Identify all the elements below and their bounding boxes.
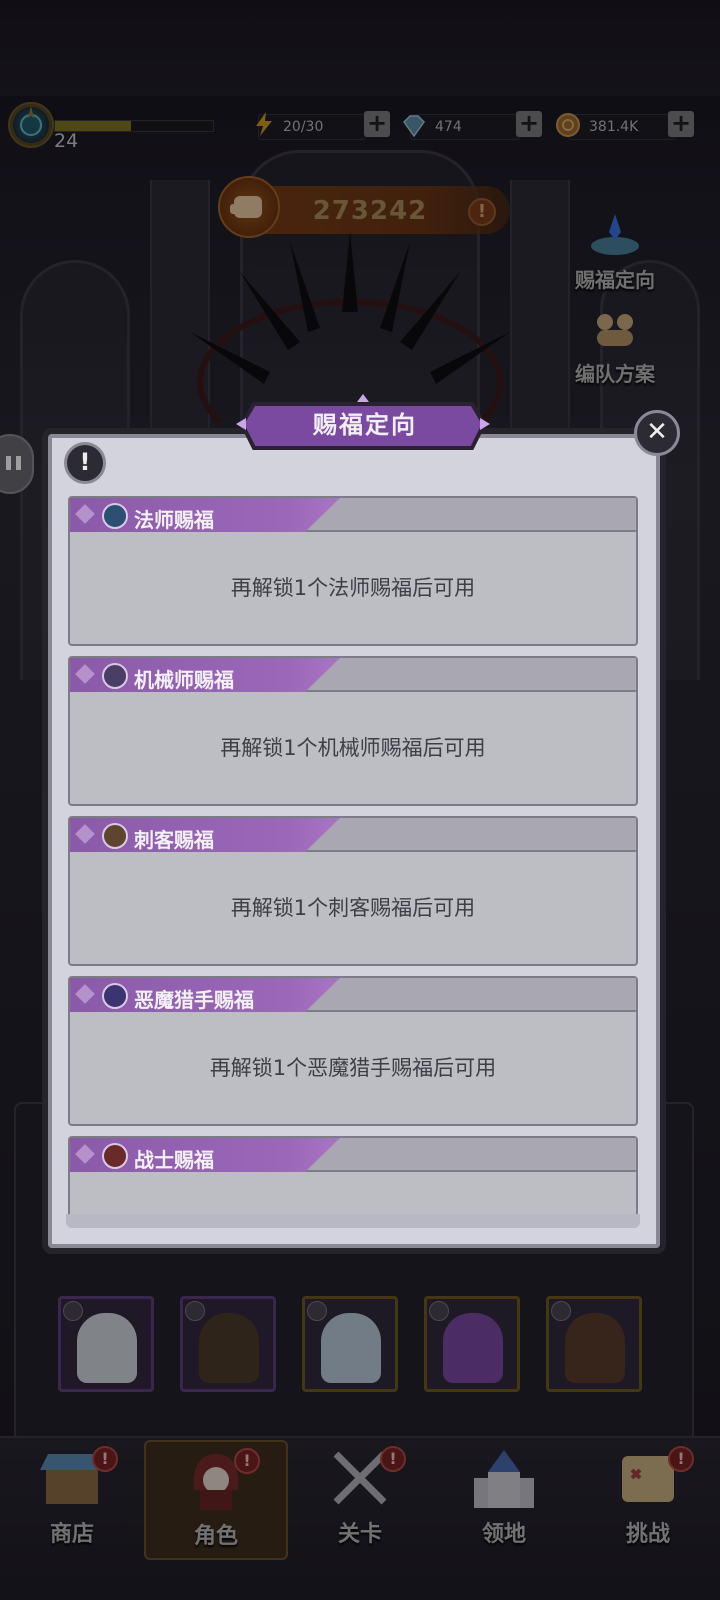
gear-icon [102,663,128,689]
dialog-scroll-bottom-edge [66,1214,640,1228]
card-title: 刺客赐福 [134,828,214,852]
card-title: 机械师赐福 [134,668,234,692]
assassin-swirl-icon [102,823,128,849]
blessing-card-mage[interactable]: 法师赐福 再解锁1个法师赐福后可用 [68,496,638,646]
card-status-text: 再解锁1个刺客赐福后可用 [230,896,476,920]
blessing-card-warrior[interactable]: 战士赐福 [68,1136,638,1218]
warrior-sword-icon [102,1143,128,1169]
card-status-text: 再解锁1个法师赐福后可用 [230,576,476,600]
dialog-title: 赐福定向 [313,411,417,439]
mage-staff-icon [102,503,128,529]
card-title: 战士赐福 [134,1148,214,1172]
card-status-text: 再解锁1个机械师赐福后可用 [220,736,486,760]
info-button[interactable]: ! [64,442,106,484]
blessing-card-assassin[interactable]: 刺客赐福 再解锁1个刺客赐福后可用 [68,816,638,966]
demon-hunter-icon [102,983,128,1009]
card-title: 法师赐福 [134,508,214,532]
blessing-card-mechanic[interactable]: 机械师赐福 再解锁1个机械师赐福后可用 [68,656,638,806]
card-title: 恶魔猎手赐福 [134,988,254,1012]
blessing-card-demon-hunter[interactable]: 恶魔猎手赐福 再解锁1个恶魔猎手赐福后可用 [68,976,638,1126]
close-dialog-button[interactable]: ✕ [634,410,680,456]
card-status-text: 再解锁1个恶魔猎手赐福后可用 [209,1056,497,1080]
